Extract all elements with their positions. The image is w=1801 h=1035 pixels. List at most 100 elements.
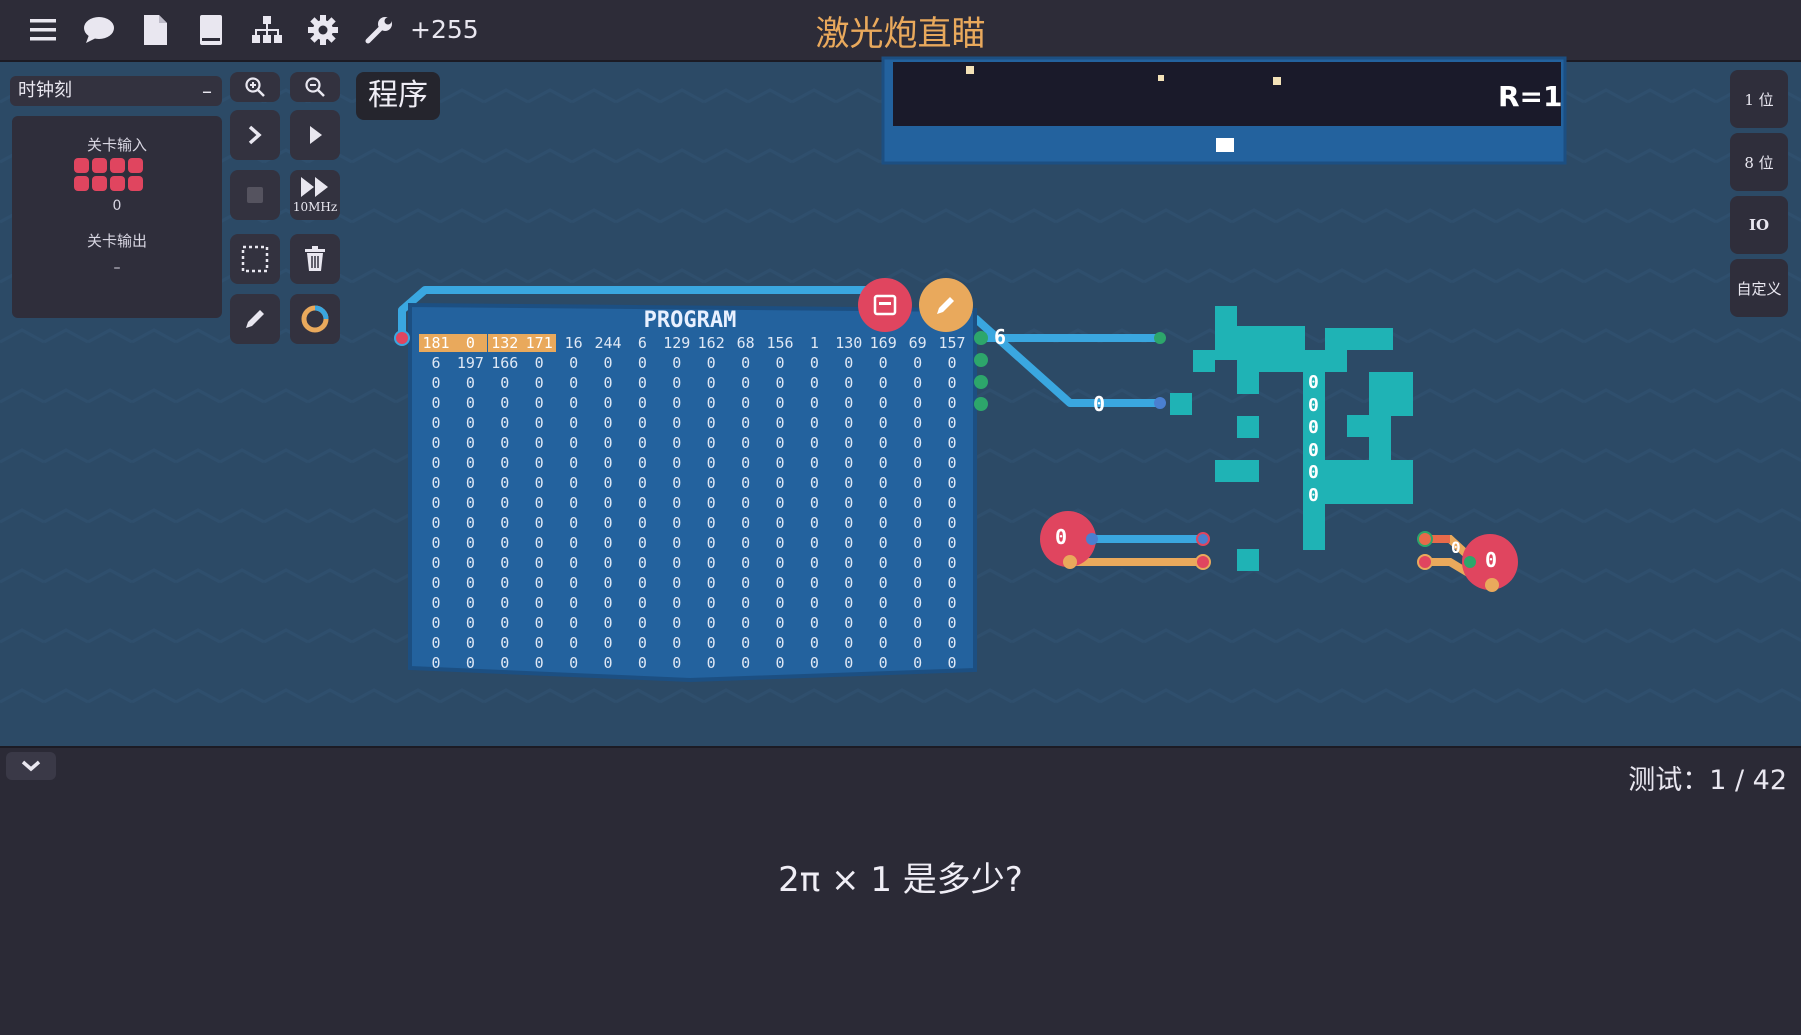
- program-cell[interactable]: 0: [832, 654, 866, 672]
- program-cell[interactable]: 0: [729, 534, 763, 552]
- decoder-component[interactable]: [1170, 306, 1413, 571]
- program-cell[interactable]: 0: [453, 434, 487, 452]
- program-cell[interactable]: 0: [419, 494, 453, 512]
- program-cell[interactable]: 0: [625, 394, 659, 412]
- program-cell[interactable]: 0: [453, 374, 487, 392]
- program-cell[interactable]: 0: [866, 634, 900, 652]
- program-cell[interactable]: 0: [935, 474, 969, 492]
- program-cell[interactable]: 0: [625, 494, 659, 512]
- program-cell[interactable]: 0: [797, 534, 831, 552]
- program-cell[interactable]: 0: [488, 454, 522, 472]
- program-cell[interactable]: 0: [832, 454, 866, 472]
- program-cell[interactable]: 0: [694, 494, 728, 512]
- program-cell[interactable]: 0: [694, 434, 728, 452]
- program-cell[interactable]: 0: [522, 574, 556, 592]
- program-cell[interactable]: 0: [694, 594, 728, 612]
- program-cell[interactable]: 0: [419, 514, 453, 532]
- program-cell[interactable]: 0: [901, 534, 935, 552]
- program-cell[interactable]: 0: [866, 574, 900, 592]
- program-cell[interactable]: 0: [694, 514, 728, 532]
- program-cell[interactable]: 0: [763, 634, 797, 652]
- program-cell[interactable]: 0: [935, 494, 969, 512]
- program-cell[interactable]: 0: [419, 534, 453, 552]
- program-cell[interactable]: 0: [935, 394, 969, 412]
- program-cell[interactable]: 0: [901, 574, 935, 592]
- program-cell[interactable]: 0: [660, 574, 694, 592]
- program-cell[interactable]: 162: [694, 334, 728, 352]
- program-cell[interactable]: 0: [660, 494, 694, 512]
- program-cell[interactable]: 0: [901, 474, 935, 492]
- program-cell[interactable]: 0: [522, 634, 556, 652]
- program-cell[interactable]: 0: [832, 474, 866, 492]
- program-cell[interactable]: 0: [901, 354, 935, 372]
- program-cell[interactable]: 0: [901, 594, 935, 612]
- program-cell[interactable]: 0: [419, 434, 453, 452]
- program-cell[interactable]: 0: [694, 414, 728, 432]
- program-cell[interactable]: 0: [522, 374, 556, 392]
- program-cell[interactable]: 0: [625, 634, 659, 652]
- program-cell[interactable]: 0: [935, 374, 969, 392]
- program-cell[interactable]: 0: [591, 474, 625, 492]
- program-cell[interactable]: 0: [797, 414, 831, 432]
- program-cell[interactable]: 0: [660, 654, 694, 672]
- program-cell[interactable]: 0: [591, 634, 625, 652]
- program-cell[interactable]: 0: [832, 394, 866, 412]
- program-cell[interactable]: 0: [625, 434, 659, 452]
- program-cell[interactable]: 0: [488, 574, 522, 592]
- program-cell[interactable]: 0: [797, 634, 831, 652]
- program-cell[interactable]: 0: [488, 614, 522, 632]
- program-cell[interactable]: 0: [694, 654, 728, 672]
- program-cell[interactable]: 0: [591, 394, 625, 412]
- program-cell[interactable]: 0: [797, 494, 831, 512]
- program-cell[interactable]: 0: [660, 474, 694, 492]
- program-cell[interactable]: 0: [591, 534, 625, 552]
- program-cell[interactable]: 0: [522, 494, 556, 512]
- program-cell[interactable]: 0: [935, 354, 969, 372]
- program-cell[interactable]: 0: [797, 394, 831, 412]
- program-cell[interactable]: 0: [660, 514, 694, 532]
- program-cell[interactable]: 132: [487, 334, 522, 352]
- program-cell[interactable]: 0: [488, 414, 522, 432]
- program-cell[interactable]: 0: [694, 474, 728, 492]
- program-cell[interactable]: 0: [453, 654, 487, 672]
- program-cell[interactable]: 0: [694, 614, 728, 632]
- program-cell[interactable]: 129: [660, 334, 694, 352]
- program-cell[interactable]: 0: [866, 354, 900, 372]
- program-cell[interactable]: 0: [832, 414, 866, 432]
- program-cell[interactable]: 0: [694, 354, 728, 372]
- program-cell[interactable]: 0: [729, 574, 763, 592]
- program-cell[interactable]: 0: [522, 534, 556, 552]
- program-cell[interactable]: 0: [694, 534, 728, 552]
- program-cell[interactable]: 0: [763, 454, 797, 472]
- program-cell[interactable]: 0: [660, 534, 694, 552]
- program-cell[interactable]: 0: [625, 594, 659, 612]
- program-cell[interactable]: 0: [557, 494, 591, 512]
- program-cell[interactable]: 0: [522, 434, 556, 452]
- program-cell[interactable]: 0: [797, 554, 831, 572]
- program-cell[interactable]: 0: [453, 474, 487, 492]
- program-cell[interactable]: 0: [453, 334, 488, 352]
- program-cell[interactable]: 0: [591, 494, 625, 512]
- program-cell[interactable]: 0: [866, 434, 900, 452]
- program-cell[interactable]: 0: [591, 454, 625, 472]
- program-cell[interactable]: 0: [729, 614, 763, 632]
- program-cell[interactable]: 0: [453, 594, 487, 612]
- program-cell[interactable]: 0: [832, 434, 866, 452]
- program-cell[interactable]: 0: [419, 554, 453, 572]
- program-cell[interactable]: 0: [797, 654, 831, 672]
- program-cell[interactable]: 0: [557, 634, 591, 652]
- program-cell[interactable]: 0: [660, 354, 694, 372]
- program-cell[interactable]: 0: [935, 634, 969, 652]
- program-cell[interactable]: 0: [729, 394, 763, 412]
- program-cell[interactable]: 0: [935, 434, 969, 452]
- program-cell[interactable]: 0: [625, 514, 659, 532]
- program-cell[interactable]: 0: [763, 534, 797, 552]
- program-cell[interactable]: 0: [729, 434, 763, 452]
- program-cell[interactable]: 0: [832, 514, 866, 532]
- program-cell[interactable]: 0: [625, 614, 659, 632]
- program-cell[interactable]: 166: [488, 354, 522, 372]
- program-cell[interactable]: 0: [419, 654, 453, 672]
- program-cell[interactable]: 0: [901, 394, 935, 412]
- program-cell[interactable]: 0: [488, 554, 522, 572]
- program-cell[interactable]: 0: [866, 534, 900, 552]
